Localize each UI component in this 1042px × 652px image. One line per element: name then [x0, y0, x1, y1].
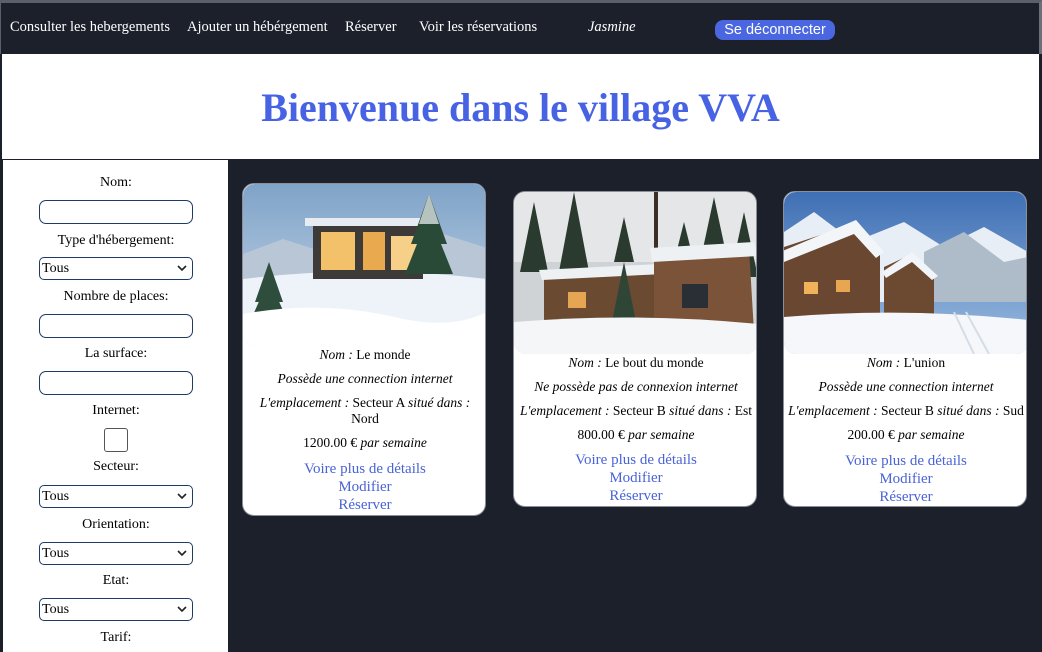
card-name: L'union [903, 355, 946, 370]
nom-input[interactable] [39, 200, 193, 224]
etat-label: Etat: [102, 573, 130, 588]
card-secteur: Secteur A [352, 395, 405, 410]
card-price: 800.00 € [577, 427, 625, 442]
internet-label: Internet: [92, 403, 140, 418]
accommodation-card: Nom : L'union Possède une connection int… [783, 191, 1027, 507]
top-navbar: Consulter les hebergements Ajouter un hé… [0, 0, 1042, 54]
card-price: 1200.00 € [303, 435, 358, 450]
nav-add-link[interactable]: Ajouter un hébérgement [187, 19, 328, 36]
situe-label: situé dans : [669, 403, 732, 418]
surface-label: La surface: [84, 346, 148, 361]
internet-checkbox[interactable] [104, 428, 128, 452]
situe-label: situé dans : [408, 395, 471, 410]
orientation-select[interactable]: Tous [39, 542, 193, 565]
nom-label: Nom : [866, 355, 901, 370]
card-internet: Ne possède pas de connexion internet [534, 379, 738, 394]
nom-label: Nom : [319, 347, 353, 362]
details-link[interactable]: Voire plus de détails [514, 452, 756, 469]
details-link[interactable]: Voire plus de détails [784, 453, 1026, 470]
card-secteur: Secteur B [880, 403, 934, 418]
orientation-select-value: Tous [42, 546, 70, 561]
places-label: Nombre de places: [63, 289, 169, 304]
nav-reservations-link[interactable]: Voir les réservations [419, 19, 537, 36]
type-label: Type d'hébergement: [57, 233, 175, 248]
card-internet: Possède une connection internet [818, 379, 994, 394]
reserve-link[interactable]: Réserver [243, 497, 485, 514]
accommodation-card: Nom : Le monde Possède une connection in… [242, 183, 486, 516]
card-name: Le monde [356, 347, 411, 362]
emplacement-label: L'emplacement : [520, 403, 610, 418]
type-select[interactable]: Tous [39, 257, 193, 280]
chalet-photo [514, 192, 756, 354]
chevron-down-icon [177, 265, 187, 272]
chevron-down-icon [177, 550, 187, 557]
chalet-photo [784, 192, 1026, 354]
chalet-photo [243, 184, 485, 346]
page-title: Bienvenue dans le village VVA [261, 85, 780, 130]
reserve-link[interactable]: Réserver [784, 489, 1026, 506]
price-period: par semaine [628, 427, 695, 442]
etat-select-value: Tous [42, 602, 70, 617]
filter-sidebar: Nom: Type d'hébergement: Tous Nombre de … [2, 160, 228, 652]
card-internet: Possède une connection internet [277, 371, 453, 386]
nav-consult-link[interactable]: Consulter les hebergements [10, 19, 170, 36]
modify-link[interactable]: Modifier [784, 471, 1026, 488]
details-link[interactable]: Voire plus de détails [243, 461, 485, 478]
modify-link[interactable]: Modifier [243, 479, 485, 496]
tarif-label: Tarif: [100, 630, 132, 645]
emplacement-label: L'emplacement : [259, 395, 350, 410]
secteur-label: Secteur: [93, 459, 139, 474]
card-orientation: Est [734, 403, 752, 418]
nom-label: Nom : [568, 355, 602, 370]
emplacement-label: L'emplacement : [788, 403, 878, 418]
price-period: par semaine [898, 427, 965, 442]
secteur-select-value: Tous [42, 489, 70, 504]
card-name: Le bout du monde [605, 355, 704, 370]
chevron-down-icon [177, 493, 187, 500]
card-secteur: Secteur B [612, 403, 666, 418]
type-select-value: Tous [42, 261, 70, 276]
etat-select[interactable]: Tous [39, 598, 193, 621]
secteur-select[interactable]: Tous [39, 485, 193, 508]
price-period: par semaine [360, 435, 427, 450]
nom-label: Nom: [100, 175, 132, 190]
card-price: 200.00 € [847, 427, 895, 442]
modify-link[interactable]: Modifier [514, 470, 756, 487]
page-header: Bienvenue dans le village VVA [0, 54, 1042, 160]
nav-reserve-link[interactable]: Réserver [345, 19, 397, 36]
places-input[interactable] [39, 314, 193, 338]
card-orientation: Nord [351, 411, 379, 426]
reserve-link[interactable]: Réserver [514, 488, 756, 505]
surface-input[interactable] [39, 371, 193, 395]
accommodation-card: Nom : Le bout du monde Ne possède pas de… [513, 191, 757, 507]
logout-button[interactable]: Se déconnecter [715, 20, 835, 40]
card-orientation: Sud [1002, 403, 1024, 418]
user-name: Jasmine [588, 19, 636, 35]
orientation-label: Orientation: [82, 517, 150, 532]
chevron-down-icon [177, 606, 187, 613]
situe-label: situé dans : [937, 403, 1000, 418]
